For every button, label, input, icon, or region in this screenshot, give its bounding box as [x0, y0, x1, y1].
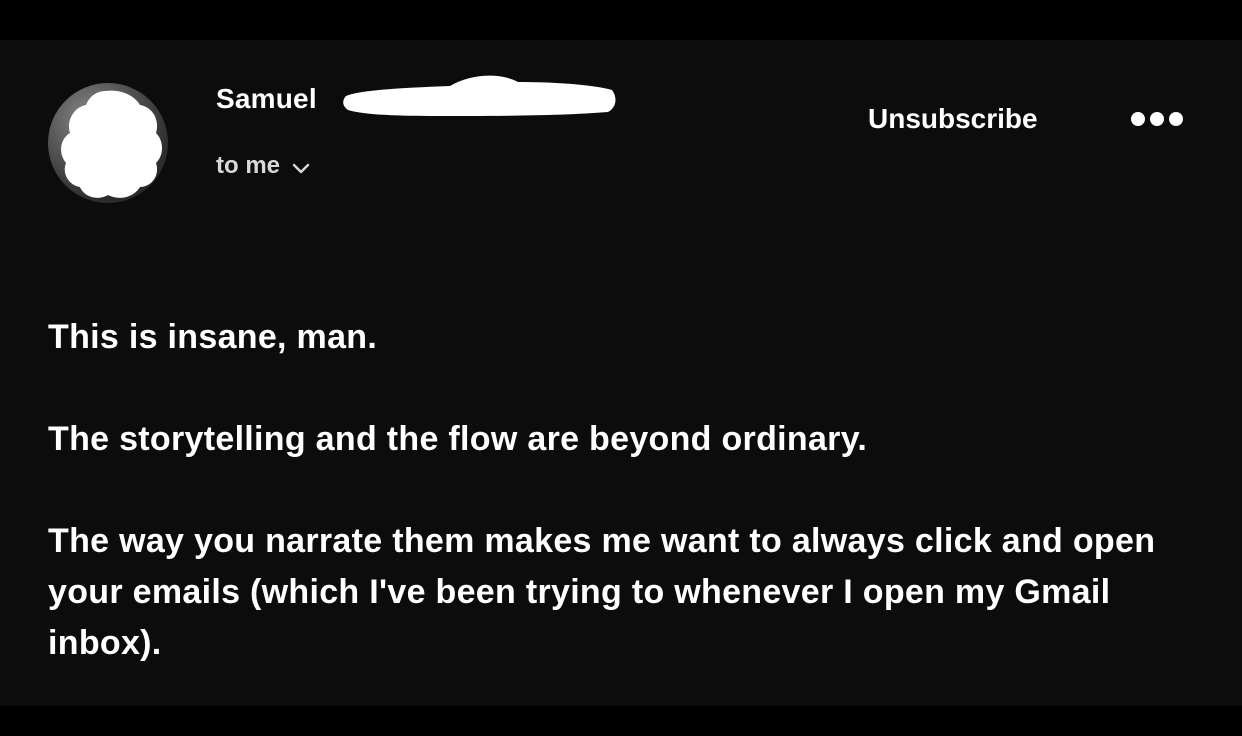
email-paragraph: The storytelling and the flow are beyond…: [48, 420, 868, 458]
chevron-down-icon: [292, 157, 310, 175]
recipient-toggle[interactable]: to me: [216, 151, 310, 181]
sender-avatar[interactable]: [48, 83, 168, 203]
redaction-mark: [343, 75, 616, 116]
unsubscribe-button[interactable]: Unsubscribe: [868, 102, 1038, 136]
avatar-redaction-mask: [61, 90, 162, 198]
sender-name[interactable]: Samuel: [216, 82, 317, 116]
email-paragraph: The way you narrate them makes me want t…: [48, 522, 1156, 662]
recipient-label: to me: [216, 152, 281, 179]
email-view: Samuel to me Unsubscribe This is insane,…: [0, 40, 1242, 706]
email-body: This is insane, man. The storytelling an…: [48, 312, 1208, 669]
email-paragraph: This is insane, man.: [48, 318, 378, 356]
more-options-icon[interactable]: [1128, 108, 1188, 130]
